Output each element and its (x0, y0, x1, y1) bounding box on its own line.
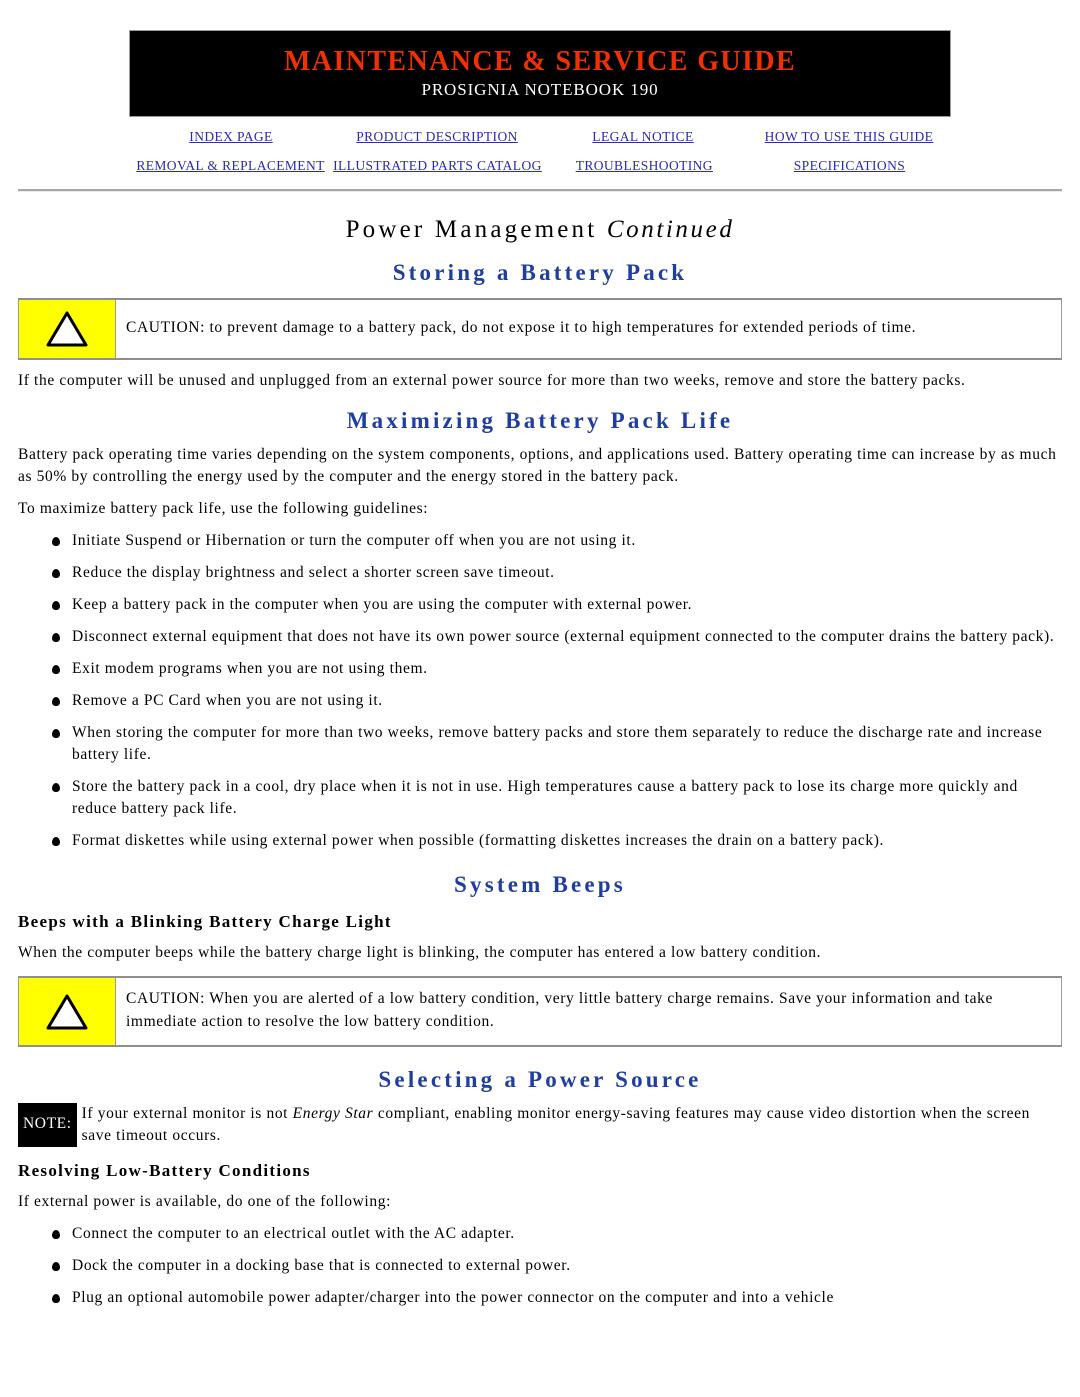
nav-row-secondary: REMOVAL & REPLACEMENT ILLUSTRATED PARTS … (128, 157, 952, 175)
caution-row: CAUTION: When you are alerted of a low b… (18, 976, 1062, 1047)
warning-triangle-icon (46, 311, 88, 347)
list-item: Plug an optional automobile power adapte… (52, 1287, 1062, 1309)
nav-cell: REMOVAL & REPLACEMENT (128, 157, 333, 175)
list-item: When storing the computer for more than … (52, 722, 1062, 766)
nav-cell: HOW TO USE THIS GUIDE (746, 128, 952, 146)
caution-text-low-battery: CAUTION: When you are alerted of a low b… (115, 976, 1062, 1047)
guide-navigation: INDEX PAGE PRODUCT DESCRIPTION LEGAL NOT… (128, 128, 952, 175)
nav-link-legal-notice[interactable]: LEGAL NOTICE (592, 129, 693, 144)
paragraph-maximizing-intro: Battery pack operating time varies depen… (18, 446, 1057, 486)
nav-cell: LEGAL NOTICE (540, 128, 746, 146)
paragraph-storing-body: If the computer will be unused and unplu… (18, 372, 966, 390)
warning-triangle-icon (46, 994, 88, 1029)
list-item: Remove a PC Card when you are not using … (52, 690, 1062, 712)
nav-link-product-description[interactable]: PRODUCT DESCRIPTION (356, 129, 518, 144)
nav-link-index-page[interactable]: INDEX PAGE (189, 129, 272, 144)
header-divider (18, 189, 1062, 193)
subheading-resolving-low-battery-conditions: Resolving Low-Battery Conditions (18, 1160, 311, 1180)
list-item: Store the battery pack in a cool, dry pl… (52, 776, 1062, 820)
paragraph-maximizing-guidelines-lead: To maximize battery pack life, use the f… (18, 500, 429, 518)
list-item: Reduce the display brightness and select… (52, 562, 1062, 584)
list-maximizing-guidelines: Initiate Suspend or Hibernation or turn … (18, 530, 1062, 852)
caution-box-low-battery: CAUTION: When you are alerted of a low b… (18, 976, 1062, 1047)
note-tag: NOTE: (18, 1102, 77, 1147)
nav-cell: TROUBLESHOOTING (542, 157, 747, 175)
nav-row-primary: INDEX PAGE PRODUCT DESCRIPTION LEGAL NOT… (128, 128, 952, 146)
note-block-energy-star: NOTE: If your external monitor is not En… (18, 1102, 1062, 1147)
page-title: Power Management Continued (18, 216, 1062, 244)
list-item: Keep a battery pack in the computer when… (52, 594, 1062, 616)
nav-link-removal-replacement[interactable]: REMOVAL & REPLACEMENT (136, 158, 324, 173)
heading-selecting-a-power-source: Selecting a Power Source (378, 1066, 702, 1092)
caution-icon-cell (18, 976, 116, 1047)
caution-box-storing: CAUTION: to prevent damage to a battery … (18, 298, 1062, 361)
nav-cell: PRODUCT DESCRIPTION (334, 128, 540, 146)
list-item: Disconnect external equipment that does … (52, 626, 1062, 648)
list-item: Dock the computer in a docking base that… (52, 1255, 1062, 1277)
list-power-source-options: Connect the computer to an electrical ou… (18, 1223, 1062, 1309)
nav-link-illustrated-parts-catalog[interactable]: ILLUSTRATED PARTS CATALOG (333, 158, 542, 173)
banner-subtitle: PROSIGNIA NOTEBOOK 190 (421, 80, 659, 100)
nav-link-troubleshooting[interactable]: TROUBLESHOOTING (576, 158, 713, 173)
note-text: If your external monitor is not Energy S… (77, 1103, 1062, 1147)
page-title-continued: Continued (606, 216, 735, 244)
nav-link-specifications[interactable]: SPECIFICATIONS (794, 158, 905, 173)
nav-link-how-to-use-this-guide[interactable]: HOW TO USE THIS GUIDE (765, 129, 934, 144)
guide-banner: MAINTENANCE & SERVICE GUIDE PROSIGNIA NO… (129, 30, 951, 118)
list-item: Initiate Suspend or Hibernation or turn … (52, 530, 1062, 552)
note-text-energy-star: Energy Star (292, 1104, 374, 1122)
list-item: Exit modem programs when you are not usi… (52, 658, 1062, 680)
nav-cell: INDEX PAGE (128, 128, 334, 146)
page-title-main: Power Management (345, 216, 607, 244)
page-content: Power Management Continued Storing a Bat… (0, 216, 1080, 1309)
nav-cell: ILLUSTRATED PARTS CATALOG (333, 157, 542, 175)
nav-cell: SPECIFICATIONS (747, 157, 952, 175)
subheading-beeps-with-blinking-battery-charge-light: Beeps with a Blinking Battery Charge Lig… (18, 912, 392, 932)
caution-row: CAUTION: to prevent damage to a battery … (18, 298, 1062, 360)
list-item: Format diskettes while using external po… (52, 830, 1062, 852)
caution-text-storing: CAUTION: to prevent damage to a battery … (115, 298, 1062, 360)
banner-wrapper: MAINTENANCE & SERVICE GUIDE PROSIGNIA NO… (0, 0, 1080, 118)
banner-title: MAINTENANCE & SERVICE GUIDE (283, 46, 797, 77)
caution-icon-cell (18, 298, 116, 360)
paragraph-external-power-lead: If external power is available, do one o… (18, 1192, 392, 1210)
heading-system-beeps: System Beeps (454, 872, 626, 898)
paragraph-system-beeps-body: When the computer beeps while the batter… (18, 944, 822, 962)
heading-maximizing-battery-pack-life: Maximizing Battery Pack Life (346, 408, 734, 434)
heading-storing-a-battery-pack: Storing a Battery Pack (392, 260, 688, 286)
note-text-before: If your external monitor is not (81, 1104, 293, 1122)
list-item: Connect the computer to an electrical ou… (52, 1223, 1062, 1245)
